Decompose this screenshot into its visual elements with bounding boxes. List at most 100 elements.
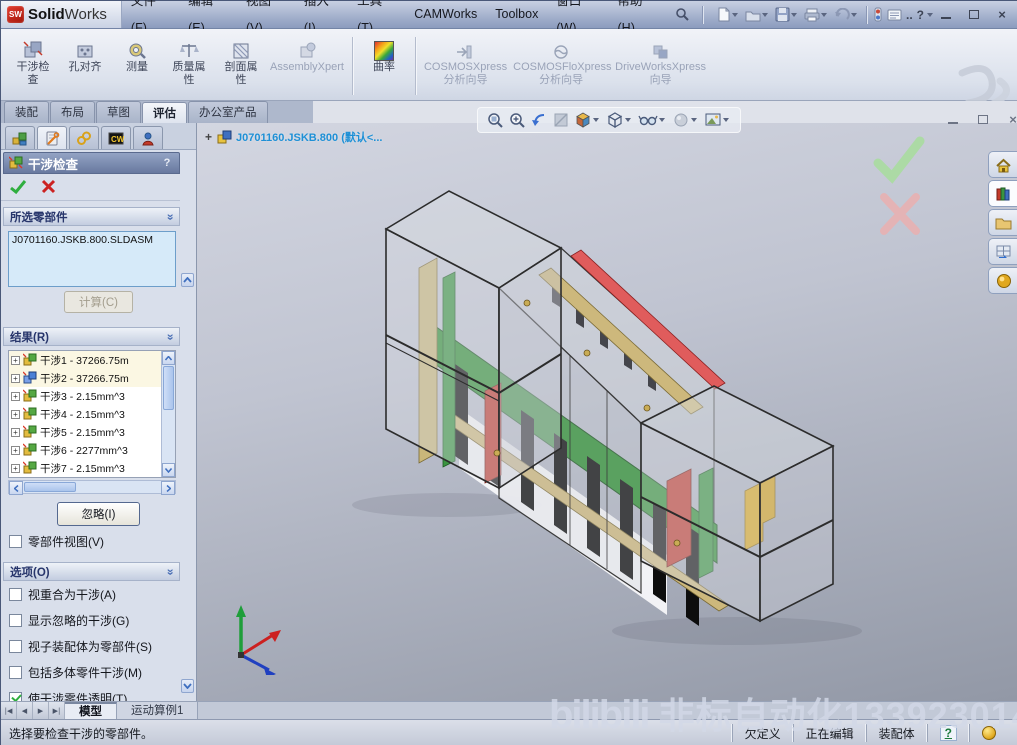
tab-scroll-right-button[interactable]: ▶: [33, 702, 49, 719]
tab-assembly[interactable]: 装配: [4, 101, 49, 123]
calculate-button[interactable]: 计算(C): [64, 291, 133, 313]
curvature-button[interactable]: 曲率: [361, 35, 407, 74]
close-button[interactable]: ×: [992, 7, 1012, 23]
checkbox-icon[interactable]: [9, 588, 22, 601]
edit-appearance-button[interactable]: [672, 111, 700, 129]
assembly-name-label[interactable]: J0701160.JSKB.800 (默认<...: [236, 129, 382, 145]
apply-scene-button[interactable]: [704, 111, 732, 129]
tab-scroll-first-button[interactable]: |◀: [1, 702, 17, 719]
expand-icon[interactable]: [11, 356, 20, 365]
tab-office-products[interactable]: 办公室产品: [188, 101, 268, 123]
cancel-x-button[interactable]: [41, 179, 56, 194]
dropdown-caret-icon[interactable]: [659, 118, 665, 122]
option-coincident-checkbox[interactable]: 视重合为干涉(A): [1, 581, 196, 607]
file-explorer-tab[interactable]: [988, 209, 1017, 236]
results-vertical-scrollbar[interactable]: [161, 351, 175, 477]
solidworks-resources-tab[interactable]: [988, 151, 1017, 178]
expand-icon[interactable]: [11, 464, 20, 473]
save-button[interactable]: [773, 5, 802, 24]
expand-icon[interactable]: +: [205, 130, 212, 144]
result-item[interactable]: 干涉5 - 2.15mm^3: [9, 423, 175, 441]
display-manager-tab[interactable]: [133, 126, 163, 149]
results-list[interactable]: 干涉1 - 37266.75m 干涉2 - 37266.75m 干涉3 - 2.…: [8, 350, 176, 478]
scroll-down-icon[interactable]: [162, 463, 175, 477]
scrollbar-thumb[interactable]: [163, 366, 174, 410]
doc-restore-button[interactable]: [973, 111, 993, 127]
option-subassembly-checkbox[interactable]: 视子装配体为零部件(S): [1, 633, 196, 659]
checkbox-icon[interactable]: [9, 614, 22, 627]
dropdown-caret-icon[interactable]: [593, 118, 599, 122]
tab-sketch[interactable]: 草图: [96, 101, 141, 123]
configuration-manager-tab[interactable]: [69, 126, 99, 149]
display-style-button[interactable]: [606, 111, 634, 129]
option-multibody-checkbox[interactable]: 包括多体零件干涉(M): [1, 659, 196, 685]
help-caret-icon[interactable]: [927, 13, 933, 17]
zoom-to-fit-button[interactable]: [486, 111, 504, 129]
result-item[interactable]: 干涉1 - 37266.75m: [9, 351, 175, 369]
maximize-button[interactable]: [964, 7, 984, 23]
option-show-ignored-checkbox[interactable]: 显示忽略的干涉(G): [1, 607, 196, 633]
selected-components-listbox[interactable]: J0701160.JSKB.800.SLDASM: [8, 231, 176, 287]
hide-show-items-button[interactable]: [638, 111, 668, 129]
result-item[interactable]: 干涉6 - 2277mm^3: [9, 441, 175, 459]
previous-view-button[interactable]: [530, 111, 548, 129]
dropdown-caret-icon[interactable]: [625, 118, 631, 122]
feature-manager-flyout[interactable]: + J0701160.JSKB.800 (默认<...: [205, 129, 382, 145]
results-header[interactable]: 结果(R) «: [3, 327, 180, 346]
motion-study-tab[interactable]: 运动算例1: [117, 702, 198, 719]
new-document-button[interactable]: [715, 5, 743, 24]
graphics-area[interactable]: + J0701160.JSKB.800 (默认<...: [197, 123, 1017, 701]
expand-icon[interactable]: [11, 410, 20, 419]
print-button[interactable]: [802, 6, 832, 24]
interference-check-button[interactable]: 干涉检查: [10, 35, 56, 87]
toolbar-overflow[interactable]: ..: [904, 6, 915, 24]
quick-tip-help-button[interactable]: ?: [927, 724, 969, 742]
currency-status-button[interactable]: [969, 724, 1008, 742]
measure-button[interactable]: 测量: [114, 35, 160, 74]
mass-properties-button[interactable]: 质量属性: [166, 35, 212, 87]
doc-minimize-button[interactable]: [943, 111, 963, 127]
checkbox-icon[interactable]: [9, 640, 22, 653]
view-orientation-button[interactable]: [574, 111, 602, 129]
search-icon[interactable]: [673, 5, 692, 24]
component-view-checkbox[interactable]: 零部件视图(V): [1, 528, 196, 554]
ignore-button[interactable]: 忽略(I): [57, 502, 141, 526]
appearances-scenes-tab[interactable]: [988, 267, 1017, 294]
undo-button[interactable]: [832, 6, 862, 24]
tab-evaluate[interactable]: 评估: [142, 102, 187, 124]
help-button[interactable]: ?: [915, 6, 926, 24]
scroll-up-icon[interactable]: [162, 351, 175, 365]
rebuild-button[interactable]: [871, 5, 885, 24]
panel-scroll-up-button[interactable]: [181, 273, 194, 287]
property-manager-tab[interactable]: [37, 126, 67, 149]
design-library-tab[interactable]: [988, 180, 1017, 207]
section-view-button[interactable]: [552, 111, 570, 129]
checkbox-checked-icon[interactable]: [9, 692, 22, 701]
checkbox-icon[interactable]: [9, 535, 22, 548]
scroll-right-icon[interactable]: [161, 481, 175, 495]
result-item-selected[interactable]: 干涉2 - 37266.75m: [9, 369, 175, 387]
menu-toolbox[interactable]: Toolbox: [486, 1, 547, 28]
feature-manager-tab[interactable]: [5, 126, 35, 149]
assemblyxpert-button[interactable]: AssemblyXpert: [270, 35, 344, 74]
pm-help-button[interactable]: ?: [160, 157, 174, 169]
result-item[interactable]: 干涉7 - 2.15mm^3: [9, 459, 175, 477]
result-item[interactable]: 干涉3 - 2.15mm^3: [9, 387, 175, 405]
scroll-left-icon[interactable]: [9, 481, 23, 495]
checkbox-icon[interactable]: [9, 666, 22, 679]
result-item[interactable]: 干涉4 - 2.15mm^3: [9, 405, 175, 423]
expand-icon[interactable]: [11, 374, 20, 383]
results-horizontal-scrollbar[interactable]: [8, 480, 176, 494]
expand-icon[interactable]: [11, 392, 20, 401]
options-header[interactable]: 选项(O) «: [3, 562, 180, 581]
section-properties-button[interactable]: 剖面属性: [218, 35, 264, 87]
cosmosxpress-button[interactable]: COSMOSXpress 分析向导: [424, 35, 507, 87]
dropdown-caret-icon[interactable]: [691, 118, 697, 122]
minimize-button[interactable]: [936, 7, 956, 23]
dropdown-caret-icon[interactable]: [723, 118, 729, 122]
tab-scroll-last-button[interactable]: ▶|: [49, 702, 65, 719]
hole-alignment-button[interactable]: 孔对齐: [62, 35, 108, 74]
zoom-to-area-button[interactable]: [508, 111, 526, 129]
view-palette-tab[interactable]: [988, 238, 1017, 265]
confirmation-corner[interactable]: [868, 133, 930, 245]
